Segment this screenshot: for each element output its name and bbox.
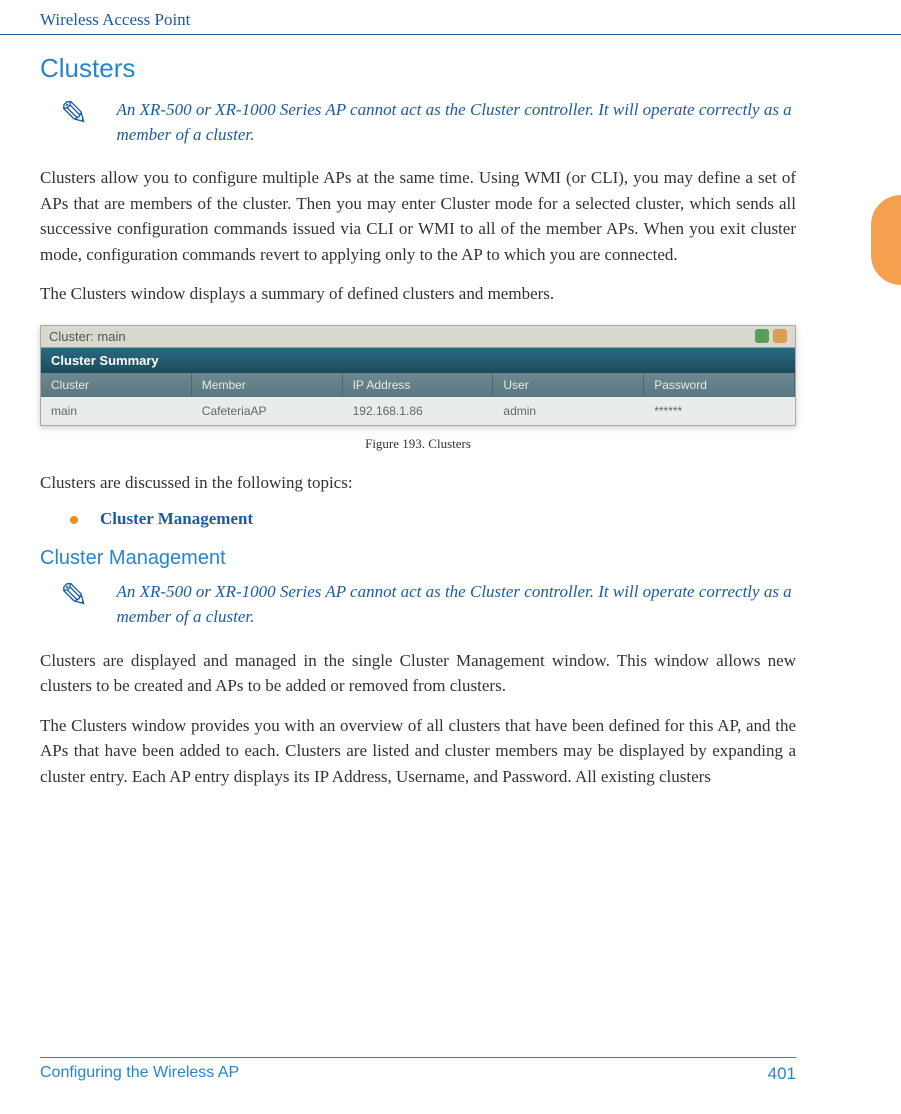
cell-ip: 192.168.1.86 — [343, 397, 494, 425]
clusters-paragraph-3: Clusters are discussed in the following … — [40, 470, 796, 496]
hand-writing-icon: ✎ — [60, 94, 89, 134]
cell-member: CafeteriaAP — [192, 397, 343, 425]
header-user: User — [493, 373, 644, 397]
footer-section-name: Configuring the Wireless AP — [40, 1064, 239, 1084]
cluster-mgmt-paragraph-1: Clusters are displayed and managed in th… — [40, 648, 796, 699]
clusters-paragraph-2: The Clusters window displays a summary o… — [40, 281, 796, 307]
cell-user: admin — [493, 397, 644, 425]
subsection-title-cluster-mgmt: Cluster Management — [40, 547, 796, 570]
header-ip: IP Address — [343, 373, 494, 397]
header-member: Member — [192, 373, 343, 397]
bullet-link-cluster-mgmt[interactable]: Cluster Management — [100, 509, 253, 529]
page-header: Wireless Access Point — [0, 0, 901, 35]
list-item: Cluster Management — [70, 509, 796, 529]
section-title-clusters: Clusters — [40, 53, 796, 84]
table-header-row: Cluster Member IP Address User Password — [41, 373, 795, 397]
hand-writing-icon: ✎ — [60, 576, 89, 616]
figure-caption: Figure 193. Clusters — [40, 436, 796, 452]
bullet-dot-icon — [70, 516, 78, 524]
figure-topbar: Cluster: main — [41, 326, 795, 348]
header-password: Password — [644, 373, 795, 397]
note-text: An XR-500 or XR-1000 Series AP cannot ac… — [117, 98, 797, 147]
header-title: Wireless Access Point — [40, 10, 190, 29]
page-footer: Configuring the Wireless AP 401 — [40, 1057, 796, 1084]
summary-bar: Cluster Summary — [41, 348, 795, 373]
note-block-clusters: ✎ An XR-500 or XR-1000 Series AP cannot … — [40, 98, 796, 147]
bullet-list: Cluster Management — [70, 509, 796, 529]
table-row: main CafeteriaAP 192.168.1.86 admin ****… — [41, 397, 795, 425]
topbar-label: Cluster: main — [49, 329, 126, 344]
status-green-icon — [755, 329, 769, 343]
note-block-cluster-mgmt: ✎ An XR-500 or XR-1000 Series AP cannot … — [40, 580, 796, 629]
cell-cluster: main — [41, 397, 192, 425]
figure-clusters: Cluster: main Cluster Summary Cluster Me… — [40, 325, 796, 452]
cell-password: ****** — [644, 397, 795, 425]
side-tab-orange — [871, 195, 901, 285]
footer-page-number: 401 — [768, 1064, 796, 1084]
page-content: Clusters ✎ An XR-500 or XR-1000 Series A… — [0, 53, 901, 789]
note-text: An XR-500 or XR-1000 Series AP cannot ac… — [117, 580, 797, 629]
header-cluster: Cluster — [41, 373, 192, 397]
status-orange-icon — [773, 329, 787, 343]
clusters-paragraph-1: Clusters allow you to configure multiple… — [40, 165, 796, 267]
cluster-mgmt-paragraph-2: The Clusters window provides you with an… — [40, 713, 796, 790]
cluster-summary-table: Cluster: main Cluster Summary Cluster Me… — [40, 325, 796, 426]
topbar-icons — [755, 329, 787, 343]
